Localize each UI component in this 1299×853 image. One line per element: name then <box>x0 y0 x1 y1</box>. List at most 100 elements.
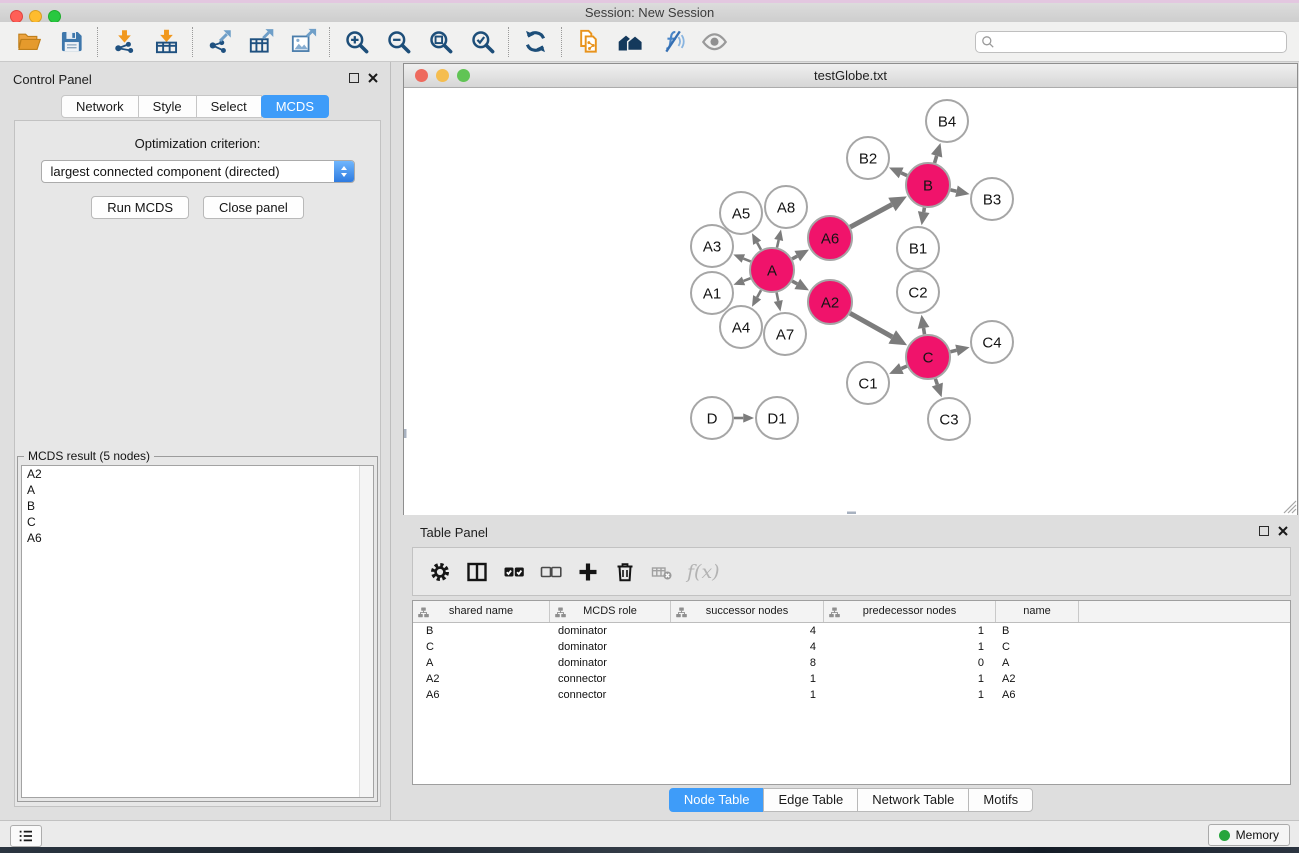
graph-node-B4[interactable]: B4 <box>926 100 968 142</box>
table-cell[interactable]: connector <box>550 687 671 703</box>
table-cell[interactable]: A <box>413 655 550 671</box>
float-panel-icon[interactable] <box>349 73 359 83</box>
table-cell[interactable]: connector <box>550 671 671 687</box>
graph-edge-A-A3[interactable] <box>733 254 750 263</box>
graph-node-A6[interactable]: A6 <box>808 216 852 260</box>
criterion-dropdown[interactable]: largest connected component (directed) <box>41 160 355 183</box>
open-session-icon[interactable] <box>14 26 44 58</box>
canvas-hscroll-indicator[interactable] <box>847 512 856 515</box>
table-cell[interactable]: dominator <box>550 655 671 671</box>
graph-edge-B-B3[interactable] <box>950 185 969 196</box>
graph-node-A7[interactable]: A7 <box>764 313 806 355</box>
graph-edge-A-A7[interactable] <box>774 293 783 312</box>
graph-node-C2[interactable]: C2 <box>897 271 939 313</box>
tab-style[interactable]: Style <box>138 95 197 118</box>
graph-edge-A-A2[interactable] <box>792 279 809 291</box>
memory-button[interactable]: Memory <box>1208 824 1290 846</box>
mcds-result-item[interactable]: B <box>22 498 373 514</box>
save-session-icon[interactable] <box>56 26 86 58</box>
clone-network-icon[interactable] <box>573 26 603 58</box>
table-cell[interactable]: B <box>413 623 550 639</box>
graph-edge-C-C3[interactable] <box>932 379 943 397</box>
table-cell[interactable]: C <box>413 639 550 655</box>
show-hide-eye-icon[interactable] <box>699 26 729 58</box>
home-icon[interactable] <box>615 26 645 58</box>
graph-node-B1[interactable]: B1 <box>897 227 939 269</box>
graph-edge-B-B4[interactable] <box>931 143 942 163</box>
network-graph[interactable]: AA1A2A3A4A5A6A7A8BB1B2B3B4CC1C2C3C4DD1 <box>404 88 1297 515</box>
tab-mcds[interactable]: MCDS <box>261 95 329 118</box>
tab-node-table[interactable]: Node Table <box>669 788 765 812</box>
graph-edge-D-D1[interactable] <box>734 413 754 422</box>
close-panel-icon[interactable] <box>368 73 378 83</box>
graph-edge-A-A8[interactable] <box>774 229 783 247</box>
table-row[interactable]: Adominator80A <box>413 655 1290 671</box>
tab-network-table[interactable]: Network Table <box>857 788 969 812</box>
float-table-panel-icon[interactable] <box>1259 526 1269 536</box>
table-cell[interactable]: C <box>996 639 1079 655</box>
graph-node-B2[interactable]: B2 <box>847 137 889 179</box>
tab-motifs[interactable]: Motifs <box>968 788 1033 812</box>
column-header-successor-nodes[interactable]: successor nodes <box>671 601 824 622</box>
graph-edge-C-C1[interactable] <box>889 363 907 374</box>
graph-node-A2[interactable]: A2 <box>808 280 852 324</box>
tab-edge-table[interactable]: Edge Table <box>763 788 858 812</box>
table-cell[interactable]: A6 <box>996 687 1079 703</box>
tab-network[interactable]: Network <box>61 95 139 118</box>
mcds-result-item[interactable]: A2 <box>22 466 373 482</box>
table-cell[interactable]: 8 <box>671 655 824 671</box>
table-cell[interactable]: 1 <box>824 687 996 703</box>
graph-node-D1[interactable]: D1 <box>756 397 798 439</box>
canvas-vscroll-indicator[interactable] <box>404 429 407 438</box>
network-window-titlebar[interactable]: testGlobe.txt <box>404 64 1297 88</box>
mcds-result-list[interactable]: A2ABCA6 <box>21 465 374 798</box>
graph-node-C[interactable]: C <box>906 335 950 379</box>
close-panel-button[interactable]: Close panel <box>203 196 304 219</box>
graph-node-D[interactable]: D <box>691 397 733 439</box>
graph-node-C4[interactable]: C4 <box>971 321 1013 363</box>
table-cell[interactable]: A2 <box>413 671 550 687</box>
zoom-fit-icon[interactable] <box>425 26 455 58</box>
split-pane-icon[interactable] <box>460 554 494 590</box>
column-header-predecessor-nodes[interactable]: predecessor nodes <box>824 601 996 622</box>
table-cell[interactable]: 4 <box>671 639 824 655</box>
table-row[interactable]: A6connector11A6 <box>413 687 1290 703</box>
export-network-icon[interactable] <box>204 26 234 58</box>
close-table-panel-icon[interactable] <box>1278 526 1288 536</box>
graph-edge-A2-C[interactable] <box>850 313 907 345</box>
graph-edge-A-A5[interactable] <box>752 233 761 250</box>
graph-edge-A6-B[interactable] <box>850 196 907 227</box>
table-cell[interactable]: A <box>996 655 1079 671</box>
table-cell[interactable]: 0 <box>824 655 996 671</box>
refresh-layout-icon[interactable] <box>520 26 550 58</box>
table-cell[interactable]: 4 <box>671 623 824 639</box>
zoom-in-icon[interactable] <box>341 26 371 58</box>
toggle-graphics-details-icon[interactable] <box>657 26 687 58</box>
table-cell[interactable]: 1 <box>824 639 996 655</box>
network-canvas[interactable]: AA1A2A3A4A5A6A7A8BB1B2B3B4CC1C2C3C4DD1 <box>404 88 1297 515</box>
table-row[interactable]: Bdominator41B <box>413 623 1290 639</box>
zoom-out-icon[interactable] <box>383 26 413 58</box>
table-cell[interactable]: A6 <box>413 687 550 703</box>
table-row[interactable]: A2connector11A2 <box>413 671 1290 687</box>
graph-node-C1[interactable]: C1 <box>847 362 889 404</box>
mcds-result-item[interactable]: A6 <box>22 530 373 546</box>
resize-grip-icon[interactable] <box>1284 501 1296 513</box>
graph-node-B3[interactable]: B3 <box>971 178 1013 220</box>
zoom-selected-icon[interactable] <box>467 26 497 58</box>
task-history-button[interactable] <box>10 825 42 847</box>
table-cell[interactable]: 1 <box>824 671 996 687</box>
graph-edge-C-C2[interactable] <box>918 315 930 335</box>
table-cell[interactable]: dominator <box>550 639 671 655</box>
table-cell[interactable]: 1 <box>671 687 824 703</box>
graph-edge-A-A1[interactable] <box>733 277 750 286</box>
result-list-scrollbar[interactable] <box>359 466 373 797</box>
graph-node-C3[interactable]: C3 <box>928 398 970 440</box>
graph-edge-A-A6[interactable] <box>792 250 809 262</box>
tab-select[interactable]: Select <box>196 95 262 118</box>
graph-node-A[interactable]: A <box>750 248 794 292</box>
export-table-icon[interactable] <box>246 26 276 58</box>
graph-edge-B-B2[interactable] <box>889 167 907 178</box>
deselect-all-rows-icon[interactable] <box>534 554 568 590</box>
graph-node-A5[interactable]: A5 <box>720 192 762 234</box>
